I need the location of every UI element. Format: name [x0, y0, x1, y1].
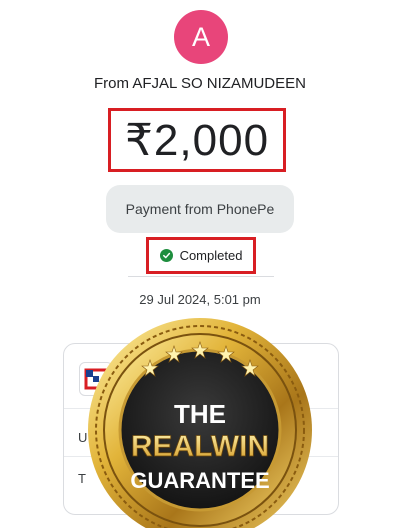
badge-line2: REALWIN: [131, 430, 269, 463]
sender-avatar: A: [174, 10, 228, 64]
avatar-initial: A: [191, 21, 210, 52]
sender-name: From AFJAL SO NIZAMUDEEN: [94, 75, 306, 92]
payment-amount: ₹2,000: [124, 115, 270, 165]
status-text: Completed: [179, 248, 243, 263]
payment-source-chip[interactable]: Payment from PhonePe: [106, 185, 294, 233]
amount-highlight: ₹2,000: [108, 108, 286, 172]
transaction-date: 29 Jul 2024, 5:01 pm: [139, 292, 261, 307]
realwin-guarantee-badge-icon: THE REALWIN GUARANTEE: [88, 318, 312, 528]
payment-source-label: Payment from PhonePe: [125, 201, 275, 217]
status-highlight: Completed: [146, 237, 256, 274]
card-row-label: U: [78, 430, 88, 445]
badge-line3: GUARANTEE: [130, 468, 269, 493]
divider: [128, 276, 274, 277]
card-row-label: T: [78, 471, 86, 486]
check-circle-icon: [159, 249, 173, 262]
badge-line1: THE: [174, 399, 226, 429]
